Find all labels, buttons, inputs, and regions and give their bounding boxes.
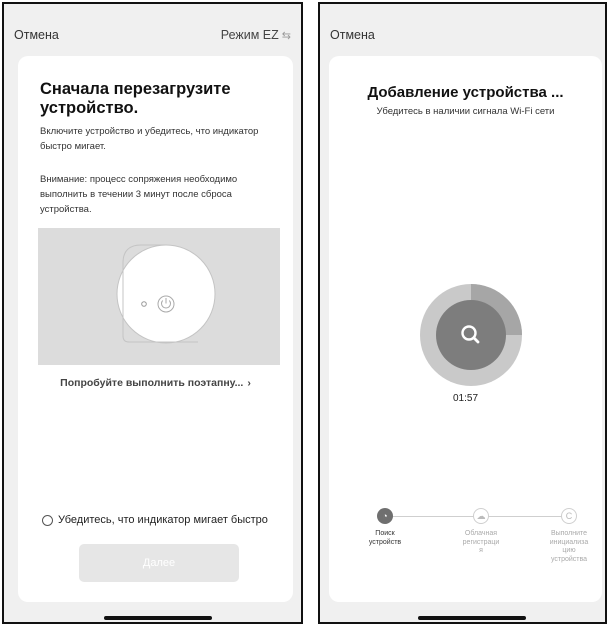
- countdown-timer: 01:57: [452, 393, 479, 404]
- home-indicator: [104, 616, 212, 620]
- phone-screen-reset: Отмена Режим EZ ⇆ Сначала перезагрузите …: [2, 2, 303, 624]
- cloud-icon: ☁: [473, 508, 489, 524]
- warning-text: Внимание: процесс сопряжения необходимо …: [40, 174, 238, 215]
- step-cloud-registration: ☁ Облачная регистраци я: [451, 508, 511, 556]
- instruction-text: Включите устройство и убедитесь, что инд…: [40, 126, 259, 152]
- wifi-hint: Убедитесь в наличии сигнала Wi-Fi сети: [376, 106, 555, 117]
- step-by-step-label: Попробуйте выполнить поэтапну...: [60, 377, 244, 389]
- step-label: Облачная регистраци я: [462, 530, 500, 554]
- top-bar: Отмена Режим EZ ⇆: [4, 26, 301, 46]
- home-indicator: [418, 616, 526, 620]
- mode-label: Режим EZ: [220, 28, 279, 42]
- page-title: Сначала перезагрузите устройство.: [40, 80, 231, 117]
- radio-icon[interactable]: [42, 514, 53, 526]
- page-title: Добавление устройства ...: [367, 84, 564, 101]
- content-card: Сначала перезагрузите устройство. Включи…: [18, 56, 293, 602]
- spinner-icon: ◔: [377, 508, 393, 524]
- device-illustration: [38, 228, 280, 365]
- initialize-icon: C: [561, 508, 577, 524]
- confirm-blinking-checkbox[interactable]: Убедитесь, что индикатор мигает быстро: [42, 514, 268, 526]
- progress-center: [436, 300, 506, 370]
- cancel-button[interactable]: Отмена: [330, 28, 375, 42]
- cancel-button[interactable]: Отмена: [14, 28, 59, 42]
- progress-ring: [420, 284, 522, 386]
- chevron-right-icon: ›: [247, 377, 251, 389]
- phone-screen-adding: Отмена Добавление устройства ... Убедите…: [318, 2, 607, 624]
- top-bar: Отмена: [320, 26, 605, 46]
- step-search: ◔ Поиск устройств: [355, 508, 415, 547]
- confirm-label: Убедитесь, что индикатор мигает быстро: [58, 514, 268, 526]
- swap-arrows-icon: ⇆: [281, 29, 291, 42]
- step-by-step-link[interactable]: Попробуйте выполнить поэтапну... ›: [18, 377, 293, 389]
- content-card: Добавление устройства ... Убедитесь в на…: [329, 56, 602, 602]
- step-label: Выполните инициализа цию устройства: [549, 530, 589, 563]
- mode-switch[interactable]: Режим EZ ⇆: [221, 28, 291, 42]
- step-initialize: C Выполните инициализа цию устройства: [539, 508, 599, 564]
- progress-steps: ◔ Поиск устройств ☁ Облачная регистраци …: [329, 508, 602, 588]
- next-button[interactable]: Далее: [79, 544, 239, 582]
- step-label: Поиск устройств: [368, 530, 402, 546]
